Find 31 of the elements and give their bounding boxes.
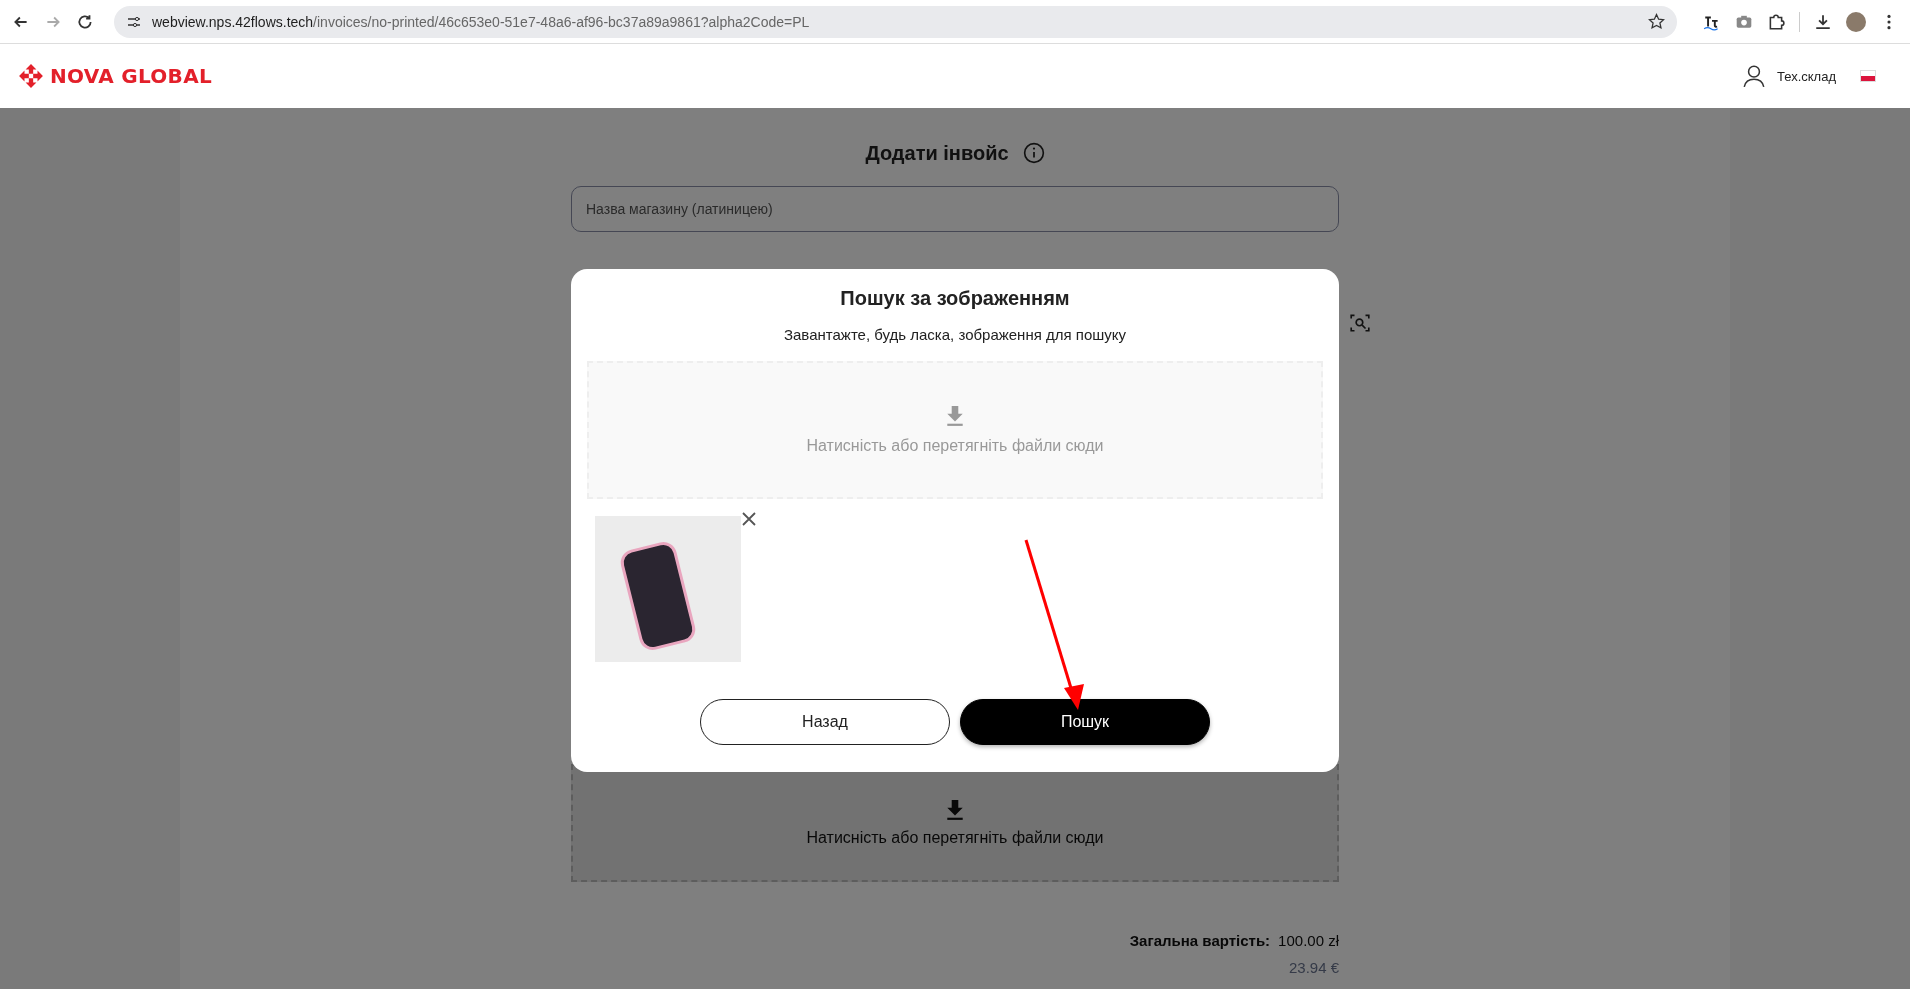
- image-search-icon[interactable]: [1349, 312, 1371, 334]
- dropzone-hint: Натисність або перетягніть файли сюди: [806, 829, 1104, 847]
- url-path: /invoices/no-printed/46c653e0-51e7-48a6-af96-bc37a89a9861?alpha2Code=PL: [313, 13, 810, 30]
- total-label: Загальна вартість:: [1129, 932, 1271, 949]
- poland-flag-icon[interactable]: [1860, 70, 1876, 82]
- search-button[interactable]: Пошук: [960, 699, 1210, 745]
- close-icon[interactable]: [741, 511, 757, 527]
- dialog-subtitle: Завантажте, будь ласка, зображення для пошуку: [783, 326, 1126, 343]
- download-icon: [944, 799, 966, 821]
- user-name[interactable]: Тех.склад: [1777, 68, 1836, 84]
- form-title: Додати інвойс: [865, 141, 1009, 165]
- brand-logo[interactable]: NOVA GLOBAL: [18, 63, 212, 89]
- download-icon: [944, 405, 966, 427]
- user-icon[interactable]: [1741, 63, 1767, 89]
- download-icon[interactable]: [1814, 12, 1832, 31]
- puzzle-icon[interactable]: [1767, 12, 1785, 31]
- converted-total: 23.94 €: [1288, 959, 1339, 976]
- reload-icon[interactable]: [76, 12, 94, 31]
- star-icon[interactable]: [1648, 13, 1665, 30]
- info-icon[interactable]: [1022, 142, 1045, 164]
- logo-icon: [18, 63, 44, 89]
- dropzone-hint: Натисність або перетягніть файли сюди: [806, 437, 1104, 455]
- brand-name: NOVA GLOBAL: [50, 64, 212, 88]
- url-host: webview.nps.42flows.tech: [152, 13, 314, 30]
- dialog-title: Пошук за зображенням: [840, 287, 1070, 310]
- back-button[interactable]: Назад: [700, 699, 950, 745]
- file-dropzone[interactable]: Натисність або перетягніть файли сюди: [571, 764, 1339, 882]
- address-bar[interactable]: webview.nps.42flows.tech/invoices/no-printed/46c653e0-51e7-48a6-af96-bc37a89a9861?alpha2Code=PL: [114, 5, 1677, 38]
- total-value: 100.00 zł: [1278, 932, 1339, 949]
- profile-avatar[interactable]: [1846, 11, 1866, 32]
- store-name-field[interactable]: Назва магазину (латиницею): [571, 186, 1339, 232]
